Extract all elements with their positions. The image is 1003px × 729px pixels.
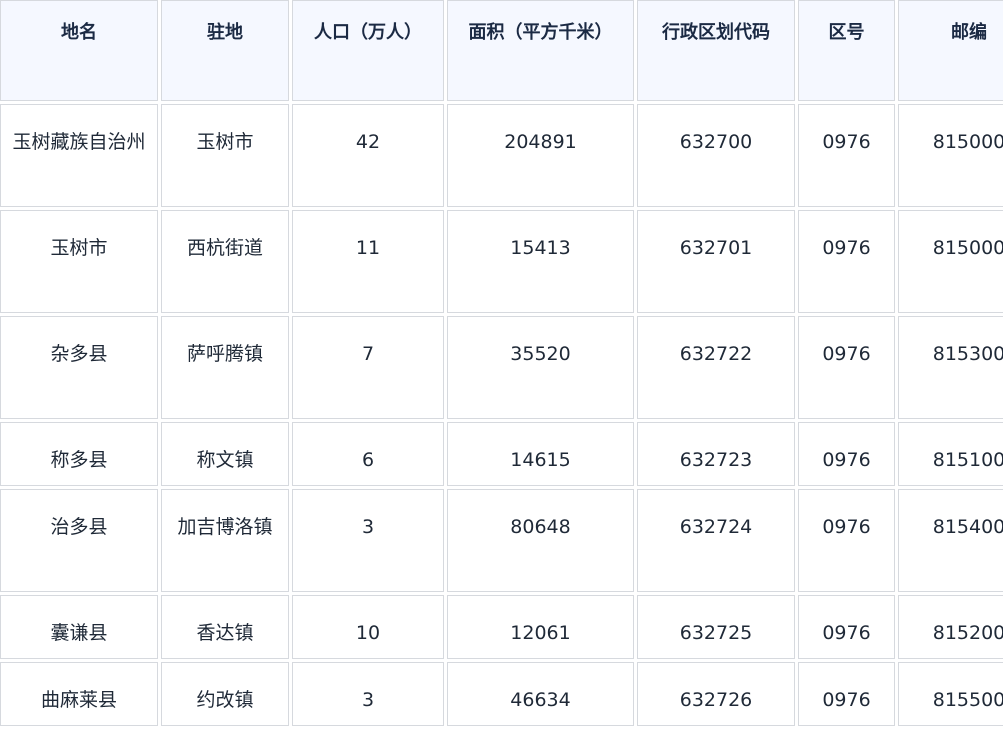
cell-population: 6: [292, 422, 444, 486]
cell-name: 治多县: [0, 489, 158, 592]
cell-postcode: 815300: [898, 316, 1003, 419]
cell-seat: 加吉博洛镇: [161, 489, 289, 592]
table-row: 玉树市 西杭街道 11 15413 632701 0976 815000: [0, 210, 1003, 313]
header-name[interactable]: 地名: [0, 0, 158, 101]
header-area[interactable]: 面积（平方千米）: [447, 0, 634, 101]
cell-area: 204891: [447, 104, 634, 207]
cell-seat: 称文镇: [161, 422, 289, 486]
cell-zone: 0976: [798, 210, 895, 313]
cell-population: 3: [292, 662, 444, 726]
cell-zone: 0976: [798, 422, 895, 486]
table-row: 曲麻莱县 约改镇 3 46634 632726 0976 815500: [0, 662, 1003, 726]
cell-population: 7: [292, 316, 444, 419]
cell-code: 632700: [637, 104, 795, 207]
cell-zone: 0976: [798, 662, 895, 726]
cell-name: 囊谦县: [0, 595, 158, 659]
cell-population: 11: [292, 210, 444, 313]
cell-seat: 西杭街道: [161, 210, 289, 313]
cell-seat: 玉树市: [161, 104, 289, 207]
cell-postcode: 815100: [898, 422, 1003, 486]
table-row: 囊谦县 香达镇 10 12061 632725 0976 815200: [0, 595, 1003, 659]
cell-name: 杂多县: [0, 316, 158, 419]
admin-division-table: 地名 驻地 人口（万人） 面积（平方千米） 行政区划代码 区号 邮编 玉树藏族自…: [0, 0, 1003, 729]
cell-zone: 0976: [798, 104, 895, 207]
cell-code: 632701: [637, 210, 795, 313]
cell-area: 14615: [447, 422, 634, 486]
table-row: 称多县 称文镇 6 14615 632723 0976 815100: [0, 422, 1003, 486]
cell-area: 80648: [447, 489, 634, 592]
table-header-row: 地名 驻地 人口（万人） 面积（平方千米） 行政区划代码 区号 邮编: [0, 0, 1003, 101]
cell-seat: 萨呼腾镇: [161, 316, 289, 419]
cell-population: 3: [292, 489, 444, 592]
cell-seat: 约改镇: [161, 662, 289, 726]
cell-postcode: 815500: [898, 662, 1003, 726]
cell-population: 42: [292, 104, 444, 207]
table-row: 治多县 加吉博洛镇 3 80648 632724 0976 815400: [0, 489, 1003, 592]
cell-name: 玉树藏族自治州: [0, 104, 158, 207]
cell-seat: 香达镇: [161, 595, 289, 659]
cell-zone: 0976: [798, 595, 895, 659]
header-postcode[interactable]: 邮编: [898, 0, 1003, 101]
cell-area: 46634: [447, 662, 634, 726]
cell-name: 曲麻莱县: [0, 662, 158, 726]
header-population[interactable]: 人口（万人）: [292, 0, 444, 101]
cell-name: 玉树市: [0, 210, 158, 313]
cell-code: 632724: [637, 489, 795, 592]
cell-area: 35520: [447, 316, 634, 419]
cell-postcode: 815200: [898, 595, 1003, 659]
cell-postcode: 815400: [898, 489, 1003, 592]
cell-name: 称多县: [0, 422, 158, 486]
cell-code: 632723: [637, 422, 795, 486]
cell-postcode: 815000: [898, 210, 1003, 313]
header-code[interactable]: 行政区划代码: [637, 0, 795, 101]
table-row: 杂多县 萨呼腾镇 7 35520 632722 0976 815300: [0, 316, 1003, 419]
header-zone[interactable]: 区号: [798, 0, 895, 101]
cell-area: 12061: [447, 595, 634, 659]
header-seat[interactable]: 驻地: [161, 0, 289, 101]
cell-area: 15413: [447, 210, 634, 313]
cell-population: 10: [292, 595, 444, 659]
cell-zone: 0976: [798, 316, 895, 419]
cell-code: 632726: [637, 662, 795, 726]
table-row: 玉树藏族自治州 玉树市 42 204891 632700 0976 815000: [0, 104, 1003, 207]
cell-code: 632722: [637, 316, 795, 419]
cell-code: 632725: [637, 595, 795, 659]
cell-postcode: 815000: [898, 104, 1003, 207]
cell-zone: 0976: [798, 489, 895, 592]
